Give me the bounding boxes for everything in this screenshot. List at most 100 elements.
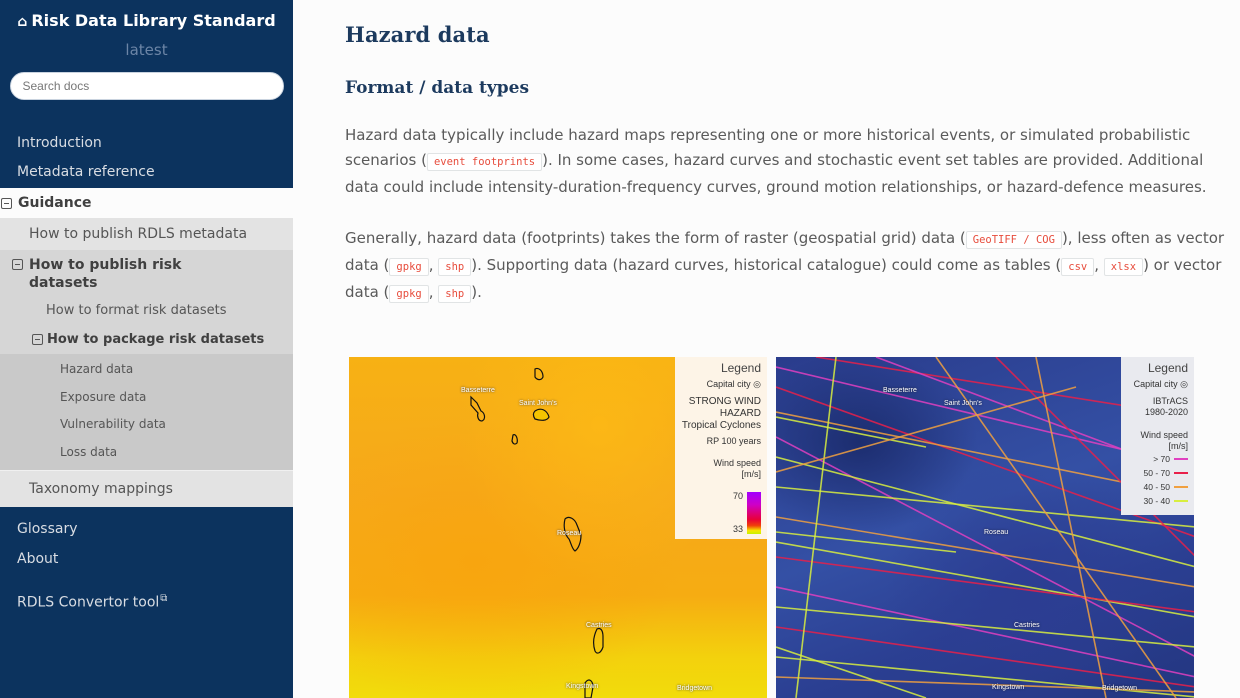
cyclone-track	[776, 556, 1194, 613]
nav-publish-risk-label: How to publish risk datasets	[29, 257, 182, 291]
code-gpkg: gpkg	[389, 258, 429, 276]
nav-rdls-convertor[interactable]: RDLS Convertor tool⧉	[0, 584, 293, 614]
capital-city-icon: ◎	[1180, 379, 1188, 389]
legend-capital-label: Capital city	[1133, 379, 1178, 389]
nav-taxonomy-mappings[interactable]: Taxonomy mappings	[0, 470, 293, 507]
island-outline	[593, 627, 604, 654]
city-label: Castries	[1014, 622, 1040, 629]
city-label: Castries	[586, 622, 612, 629]
code-csv: csv	[1061, 258, 1095, 276]
text: ,	[428, 256, 439, 274]
city-label: Roseau	[984, 529, 1009, 536]
city-label: Kingstown	[566, 683, 599, 690]
nav-exposure-data[interactable]: Exposure data	[0, 384, 293, 412]
nav-publish-risk[interactable]: How to publish risk datasets	[0, 250, 293, 296]
nav-guidance[interactable]: Guidance	[0, 188, 293, 218]
main-content: Hazard data Format / data types Hazard d…	[345, 0, 1240, 307]
legend-class: 40 - 50	[1121, 480, 1188, 494]
nav-rdls-convertor-label: RDLS Convertor tool	[17, 594, 160, 611]
nav-menu: Introduction Metadata reference Guidance…	[0, 129, 293, 614]
legend-class-swatch	[1174, 458, 1188, 460]
code-geotiff: GeoTIFF / COG	[965, 231, 1062, 249]
home-link[interactable]: ⌂ Risk Data Library Standard	[0, 12, 293, 31]
nav-metadata-reference[interactable]: Metadata reference	[0, 158, 293, 187]
legend-class: > 70	[1121, 452, 1188, 466]
legend-class-label: 50 - 70	[1143, 468, 1170, 478]
legend-hazard-2: HAZARD	[719, 408, 761, 419]
text: ).	[471, 283, 482, 301]
cyclone-track	[776, 606, 1194, 648]
legend-hazard-3: Tropical Cyclones	[681, 420, 761, 431]
nav-package-risk[interactable]: How to package risk datasets	[0, 325, 293, 354]
wind-hazard-map: Basseterre Saint John's Roseau Castries …	[349, 357, 767, 698]
cyclone-track	[776, 386, 1077, 473]
code-gpkg: gpkg	[389, 285, 429, 303]
nav-glossary[interactable]: Glossary	[0, 514, 293, 544]
city-label: Basseterre	[883, 387, 917, 394]
external-link-icon: ⧉	[160, 593, 168, 604]
legend-title: Legend	[1147, 361, 1188, 375]
city-label: Bridgetown	[677, 685, 713, 692]
legend-classes: > 70 50 - 70 40 - 50 30 - 40	[1121, 452, 1188, 508]
nav-vulnerability-data[interactable]: Vulnerability data	[0, 411, 293, 439]
legend-unit: [m/s]	[741, 469, 762, 479]
nav-publish-metadata[interactable]: How to publish RDLS metadata	[0, 218, 293, 250]
legend-unit: [m/s]	[1168, 441, 1189, 451]
page-title: Hazard data	[345, 22, 490, 47]
legend-title: Legend	[720, 361, 761, 375]
legend-variable: Wind speed	[713, 458, 761, 468]
legend-class-swatch	[1174, 486, 1188, 488]
legend-class: 50 - 70	[1121, 466, 1188, 480]
legend-class-swatch	[1174, 500, 1188, 502]
cyclone-tracks-map: Basseterre Saint John's Roseau Castries …	[776, 357, 1194, 698]
city-label: Basseterre	[461, 387, 495, 394]
collapse-icon[interactable]	[32, 334, 43, 345]
legend-period: 1980-2020	[1144, 407, 1188, 417]
nav-loss-data[interactable]: Loss data	[0, 439, 293, 467]
legend-source: IBTrACS	[1152, 396, 1188, 406]
nav-bottom: Glossary About RDLS Convertor tool⧉	[0, 514, 293, 614]
city-label: Saint John's	[944, 400, 982, 407]
code-event-footprints: event footprints	[426, 153, 543, 171]
paragraph-intro: Hazard data typically include hazard map…	[345, 123, 1240, 200]
map-legend: Legend Capital city ◎ STRONG WIND HAZARD…	[675, 357, 767, 539]
code-shp: shp	[438, 285, 472, 303]
map-legend: Legend Capital city ◎ IBTrACS 1980-2020 …	[1121, 357, 1194, 515]
section-title: Format / data types	[345, 78, 530, 98]
nav-format-risk[interactable]: How to format risk datasets	[0, 296, 293, 325]
hazard-maps-figure: Basseterre Saint John's Roseau Castries …	[349, 357, 1199, 698]
cyclone-track	[776, 516, 1194, 588]
paragraph-formats: Generally, hazard data (footprints) take…	[345, 226, 1240, 307]
legend-capital: Capital city ◎	[675, 379, 761, 390]
collapse-icon[interactable]	[1, 197, 12, 209]
search-input[interactable]	[9, 72, 284, 100]
city-label: Roseau	[557, 530, 582, 537]
code-shp: shp	[438, 258, 472, 276]
text: ). Supporting data (hazard curves, histo…	[471, 256, 1062, 274]
text: ,	[1094, 256, 1104, 274]
island-outline	[470, 395, 486, 422]
version-label: latest	[125, 41, 168, 59]
island-outline	[532, 408, 550, 421]
capital-city-icon: ◎	[753, 379, 761, 389]
island-outline	[511, 434, 518, 445]
cyclone-track	[795, 357, 837, 698]
colorbar-min: 33	[732, 524, 743, 534]
legend-class-label: 30 - 40	[1143, 496, 1170, 506]
city-label: Saint John's	[519, 400, 557, 407]
colorbar-max: 70	[732, 491, 743, 501]
island-outline	[534, 367, 544, 381]
nav-about[interactable]: About	[0, 544, 293, 574]
collapse-icon[interactable]	[12, 259, 23, 270]
nav-publish-risk-group: How to publish risk datasets How to form…	[0, 250, 293, 470]
city-label: Kingstown	[992, 684, 1025, 691]
sidebar: ⌂Risk Data Library Standard latest Intro…	[0, 0, 293, 698]
nav-introduction[interactable]: Introduction	[0, 129, 293, 158]
nav-hazard-data[interactable]: Hazard data	[0, 356, 293, 384]
legend-class-label: > 70	[1153, 454, 1170, 464]
code-xlsx: xlsx	[1103, 258, 1144, 276]
legend-class-label: 40 - 50	[1143, 482, 1170, 492]
legend-capital-label: Capital city	[706, 379, 751, 389]
cyclone-track	[776, 626, 1194, 688]
legend-capital: Capital city ◎	[1121, 379, 1188, 390]
